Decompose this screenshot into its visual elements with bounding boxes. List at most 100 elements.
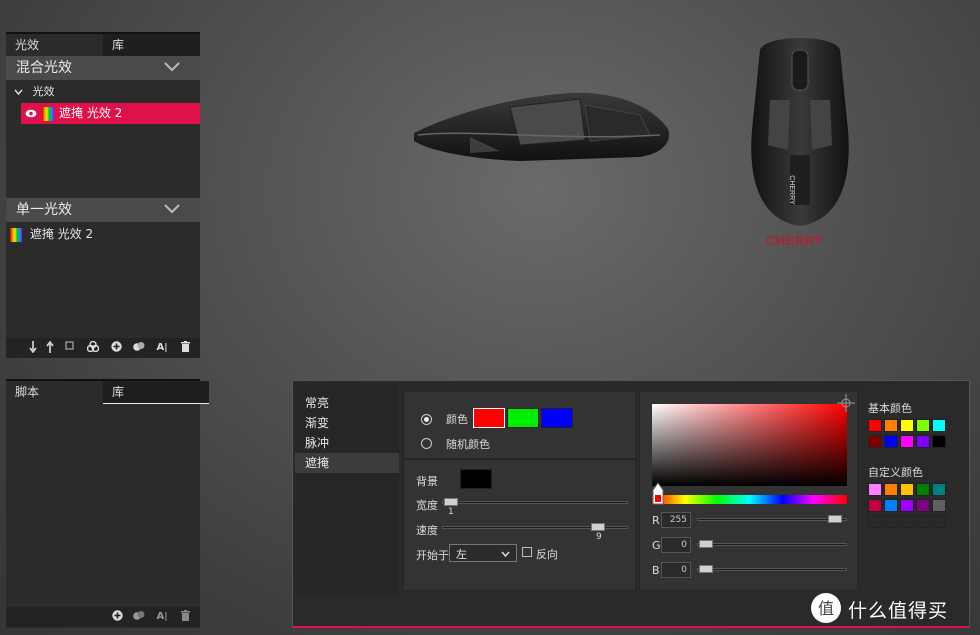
basic-colors-title: 基本颜色 [868,402,912,415]
basic-color-swatch[interactable] [868,435,882,448]
width-slider-track[interactable] [442,501,628,504]
crosshair-icon[interactable] [837,394,855,412]
script-toolbar: A| [6,607,200,627]
mouse-top-view: CHERRY [751,38,849,226]
script-tabs: 脚本 库 [6,379,209,404]
delete-icon[interactable] [178,341,192,355]
b-label: B [652,564,660,577]
color-swatch-3[interactable] [541,408,573,428]
basic-color-swatch[interactable] [884,435,898,448]
add-icon[interactable] [110,610,124,624]
merge-icon[interactable] [132,610,146,624]
hue-bar[interactable] [652,495,847,504]
custom-color-swatch[interactable] [900,515,914,528]
r-label: R [652,514,660,527]
b-slider-handle[interactable] [699,565,713,573]
chevron-down-icon[interactable] [164,204,180,214]
custom-color-swatch[interactable] [868,483,882,496]
category-gradient[interactable]: 渐变 [295,413,399,433]
custom-color-swatch[interactable] [884,499,898,512]
basic-color-swatch[interactable] [900,419,914,432]
basic-color-swatch[interactable] [916,435,930,448]
r-slider-handle[interactable] [828,515,842,523]
g-label: G [652,539,661,552]
dialog-bottom-accent [293,626,969,628]
custom-color-swatch[interactable] [884,515,898,528]
basic-color-swatch[interactable] [932,419,946,432]
single-effect-header[interactable]: 单一光效 [6,198,200,222]
custom-color-swatch[interactable] [916,515,930,528]
width-value: 1 [448,507,454,517]
r-value-input[interactable]: 255 [661,512,691,528]
custom-color-swatch[interactable] [916,499,930,512]
custom-color-swatch[interactable] [916,483,930,496]
move-down-icon[interactable] [26,341,40,355]
basic-color-swatch[interactable] [932,435,946,448]
basic-color-swatch[interactable] [868,419,882,432]
saturation-value-field[interactable] [652,404,847,486]
g-slider-handle[interactable] [699,540,713,548]
rename-icon[interactable]: A| [155,610,169,624]
rainbow-effect-icon [42,107,54,121]
g-slider-track[interactable] [697,543,847,546]
custom-color-swatch[interactable] [932,483,946,496]
custom-color-swatch[interactable] [884,483,898,496]
category-mask[interactable]: 遮掩 [295,453,399,473]
basic-color-swatch[interactable] [916,419,930,432]
custom-colors-grid [868,483,948,531]
custom-color-swatch[interactable] [900,483,914,496]
custom-color-swatch[interactable] [868,499,882,512]
eye-icon[interactable] [25,109,37,118]
blended-effects-header[interactable]: 混合光效 [6,56,200,80]
color-option-label: 颜色 [446,413,468,426]
selected-effect-row[interactable]: 遮掩 光效 2 [21,103,200,124]
tab-script[interactable]: 脚本 [6,381,103,403]
custom-color-swatch[interactable] [900,499,914,512]
tab-library[interactable]: 库 [103,34,200,56]
category-pulse[interactable]: 脉冲 [295,433,399,453]
watermark-text: 什么值得买 [848,600,949,622]
reverse-label: 反向 [536,548,558,561]
tab-effects[interactable]: 光效 [6,34,103,57]
basic-color-swatch[interactable] [900,435,914,448]
width-slider-handle[interactable] [444,498,458,506]
custom-color-swatch[interactable] [932,515,946,528]
hue-marker-icon[interactable] [652,482,664,506]
watermark: 值 什么值得买 [810,592,972,624]
group-icon[interactable] [86,340,100,355]
custom-color-swatch[interactable] [932,499,946,512]
random-color-radio[interactable] [421,438,432,449]
speed-slider-handle[interactable] [591,523,605,531]
delete-icon[interactable] [178,610,192,624]
reverse-checkbox[interactable] [522,547,532,557]
g-value-input[interactable]: 0 [661,537,691,553]
add-icon[interactable] [109,341,123,355]
move-up-icon[interactable] [43,340,57,355]
script-panel: 脚本 库 A| [6,379,209,628]
chevron-down-icon[interactable] [164,62,180,72]
category-static[interactable]: 常亮 [295,393,399,413]
random-color-label: 随机颜色 [446,438,490,451]
chevron-down-icon [501,551,510,557]
basic-color-swatch[interactable] [884,419,898,432]
color-swatch-1[interactable] [473,408,505,428]
r-slider-track[interactable] [697,518,847,521]
background-color-swatch[interactable] [460,469,492,489]
b-slider-track[interactable] [697,568,847,571]
duplicate-icon[interactable] [63,341,77,355]
custom-color-swatch[interactable] [868,515,882,528]
b-value-input[interactable]: 0 [661,562,691,578]
color-swatch-2[interactable] [507,408,539,428]
tab-script-library[interactable]: 库 [103,381,209,404]
tree-parent[interactable]: 光效 [14,84,55,100]
color-section: 颜色 随机颜色 [403,391,636,459]
color-radio[interactable] [421,414,432,425]
effects-panel: 光效 库 混合光效 光效 遮掩 光效 2 单一光效 遮掩 光效 2 A| [6,32,200,358]
single-effect-item[interactable]: 遮掩 光效 2 [10,226,93,242]
merge-icon[interactable] [132,341,146,355]
rename-icon[interactable]: A| [155,341,169,355]
effect-dialog: 常亮 渐变 脉冲 遮掩 颜色 随机颜色 背景 宽度 1 速度 9 开始于 左 反… [292,380,970,628]
expand-arrow-icon[interactable] [14,88,23,97]
start-at-select[interactable]: 左 [449,544,517,562]
parameters-section: 背景 宽度 1 速度 9 开始于 左 反向 [403,459,636,591]
